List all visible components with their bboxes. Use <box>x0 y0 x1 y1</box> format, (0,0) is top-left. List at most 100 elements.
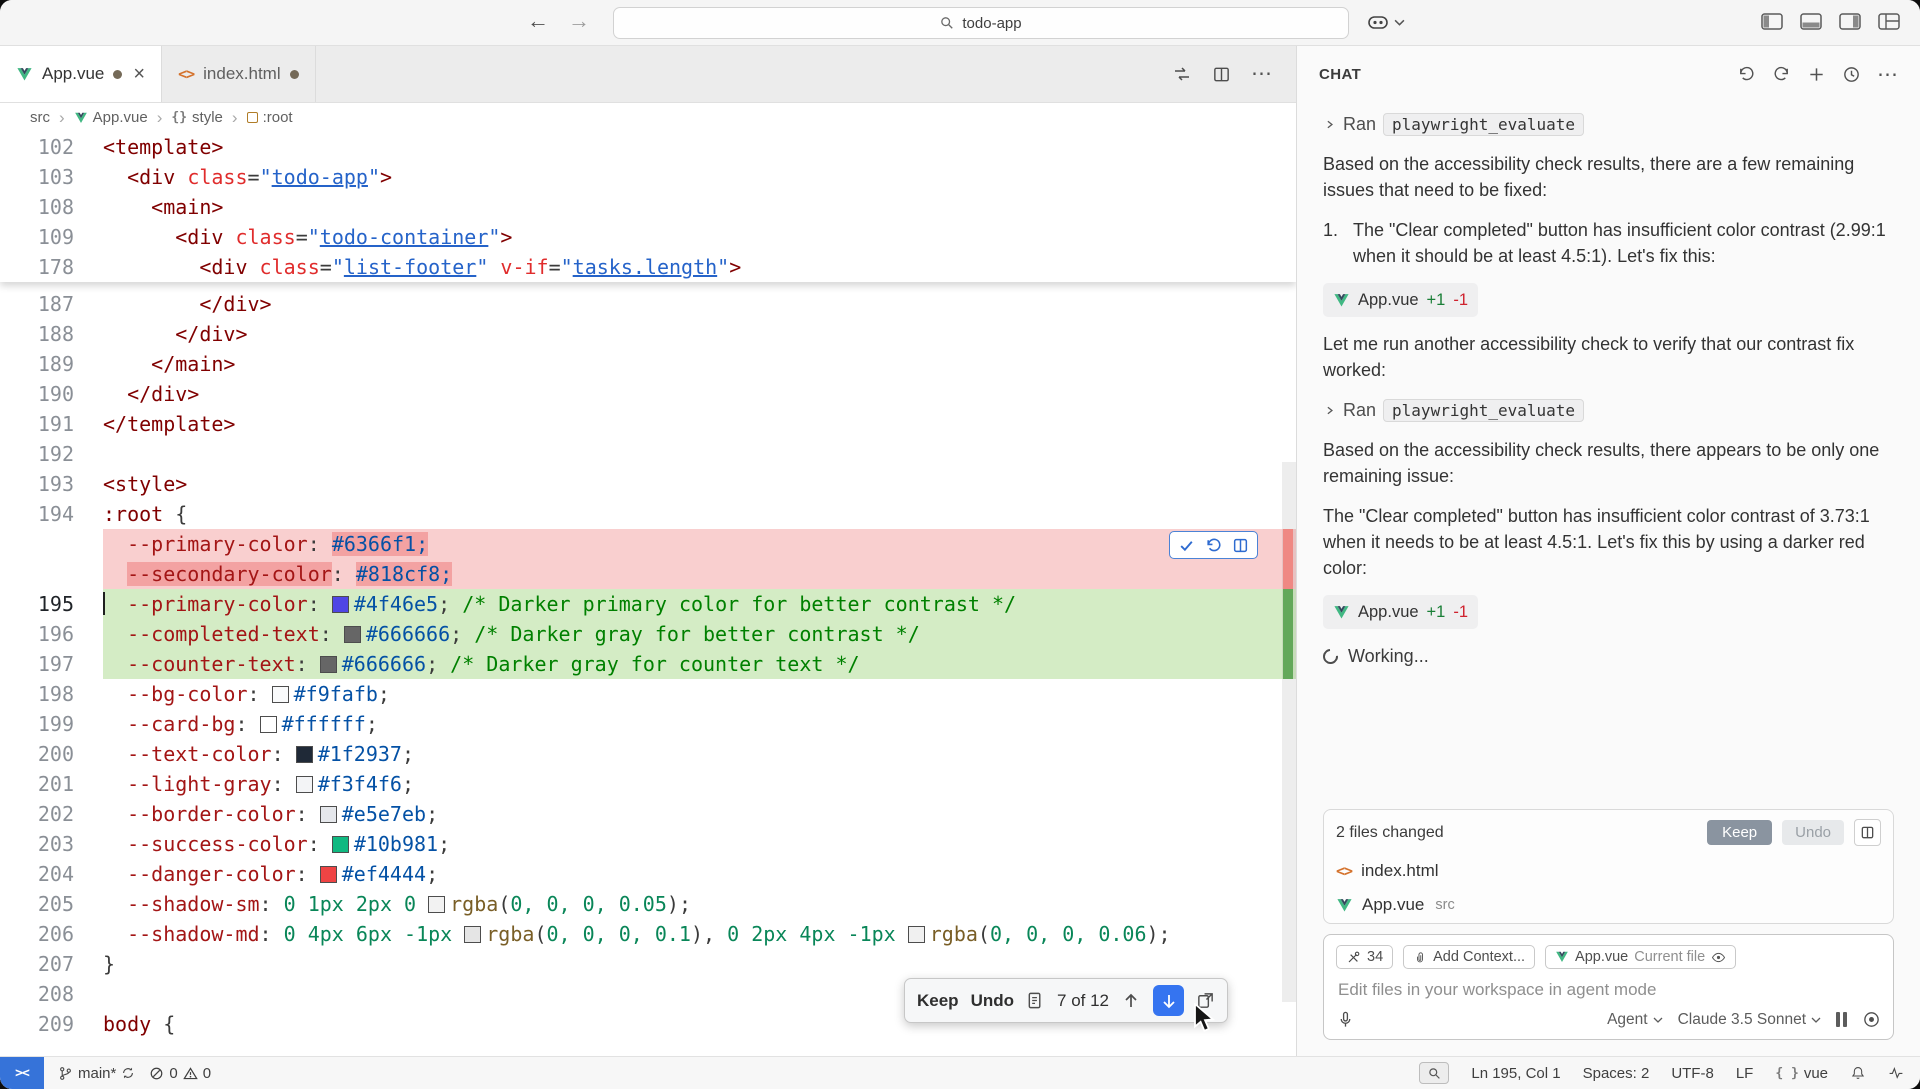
tool-call-row[interactable]: Ranplaywright_evaluate <box>1323 111 1894 137</box>
breadcrumb-item-file[interactable]: App.vue <box>74 109 148 126</box>
line-number[interactable]: 103 <box>0 162 74 192</box>
new-chat-icon[interactable] <box>1807 65 1826 84</box>
color-swatch[interactable] <box>320 866 337 883</box>
command-center-search[interactable]: todo-app <box>613 7 1349 39</box>
code-line[interactable]: 192 <box>0 439 1296 469</box>
breadcrumb-item-root[interactable]: :root <box>247 109 293 126</box>
redo-icon[interactable] <box>1772 65 1791 84</box>
line-number[interactable]: 195 <box>0 589 74 619</box>
microphone-icon[interactable] <box>1336 1010 1355 1029</box>
line-number[interactable]: 204 <box>0 859 74 889</box>
code-line[interactable]: 190 </div> <box>0 379 1296 409</box>
current-file-chip[interactable]: App.vue Current file <box>1545 945 1736 969</box>
line-number[interactable]: 205 <box>0 889 74 919</box>
line-number[interactable]: 102 <box>0 132 74 162</box>
more-actions-icon[interactable]: ⋯ <box>1251 69 1272 79</box>
go-to-file-icon[interactable] <box>1026 991 1045 1010</box>
code-line[interactable]: 197 --counter-text: #666666; /* Darker g… <box>0 649 1296 679</box>
view-changes-button[interactable] <box>1854 819 1881 846</box>
back-arrow-icon[interactable]: ← <box>527 7 549 35</box>
code-editor[interactable]: 102<template>103 <div class="todo-app">1… <box>0 132 1296 1056</box>
code-line[interactable]: 191</template> <box>0 409 1296 439</box>
code-line[interactable]: 109 <div class="todo-container"> <box>0 222 1296 252</box>
code-line[interactable]: 201 --light-gray: #f3f4f6; <box>0 769 1296 799</box>
problems-status[interactable]: 0 0 <box>149 1065 211 1082</box>
activity-icon[interactable] <box>1888 1065 1904 1081</box>
search-status-icon[interactable] <box>1419 1062 1449 1084</box>
code-line[interactable]: 198 --bg-color: #f9fafb; <box>0 679 1296 709</box>
breadcrumb-item-src[interactable]: src <box>30 109 50 126</box>
record-button[interactable] <box>1862 1010 1881 1029</box>
mode-dropdown[interactable]: Agent <box>1607 1011 1663 1029</box>
color-swatch[interactable] <box>296 746 313 763</box>
line-number[interactable]: 196 <box>0 619 74 649</box>
code-line[interactable]: 199 --card-bg: #ffffff; <box>0 709 1296 739</box>
line-number[interactable]: 193 <box>0 469 74 499</box>
line-number[interactable]: 199 <box>0 709 74 739</box>
line-number[interactable] <box>0 529 74 559</box>
undo-all-button[interactable]: Undo <box>1782 820 1844 845</box>
line-number[interactable]: 206 <box>0 919 74 949</box>
color-swatch[interactable] <box>908 926 925 943</box>
code-line[interactable]: 205 --shadow-sm: 0 1px 2px 0 rgba(0, 0, … <box>0 889 1296 919</box>
code-line[interactable]: 206 --shadow-md: 0 4px 6px -1px rgba(0, … <box>0 919 1296 949</box>
changed-file-chip[interactable]: App.vue+1-1 <box>1323 595 1478 629</box>
code-line[interactable]: 200 --text-color: #1f2937; <box>0 739 1296 769</box>
line-number[interactable]: 203 <box>0 829 74 859</box>
keep-all-button[interactable]: Keep <box>1707 820 1772 845</box>
encoding[interactable]: UTF-8 <box>1671 1065 1714 1082</box>
indentation[interactable]: Spaces: 2 <box>1583 1065 1650 1082</box>
tool-call-row[interactable]: Ranplaywright_evaluate <box>1323 397 1894 423</box>
code-line[interactable]: 103 <div class="todo-app"> <box>0 162 1296 192</box>
previous-edit-icon[interactable] <box>1121 991 1141 1011</box>
line-number[interactable]: 108 <box>0 192 74 222</box>
tab-app-vue[interactable]: App.vue × <box>0 46 162 102</box>
keep-button[interactable]: Keep <box>917 991 959 1011</box>
color-swatch[interactable] <box>332 596 349 613</box>
color-swatch[interactable] <box>344 626 361 643</box>
cursor-position[interactable]: Ln 195, Col 1 <box>1471 1065 1560 1082</box>
model-dropdown[interactable]: Claude 3.5 Sonnet <box>1678 1011 1821 1029</box>
line-number[interactable] <box>0 559 74 589</box>
code-line[interactable]: 207} <box>0 949 1296 979</box>
code-line[interactable]: 194:root { <box>0 499 1296 529</box>
line-number[interactable]: 190 <box>0 379 74 409</box>
toggle-sidebar-right-icon[interactable] <box>1839 13 1861 30</box>
close-tab-icon[interactable]: × <box>133 64 145 84</box>
undo-button[interactable]: Undo <box>971 991 1014 1011</box>
undo-checkpoint-icon[interactable] <box>1737 65 1756 84</box>
line-number[interactable]: 191 <box>0 409 74 439</box>
eol-sequence[interactable]: LF <box>1736 1065 1754 1082</box>
copilot-menu[interactable] <box>1366 10 1405 34</box>
line-number[interactable]: 178 <box>0 252 74 282</box>
code-line[interactable]: --primary-color: #6366f1; <box>0 529 1296 559</box>
forward-arrow-icon[interactable]: → <box>568 7 590 35</box>
color-swatch[interactable] <box>296 776 313 793</box>
code-line[interactable]: 188 </div> <box>0 319 1296 349</box>
line-number[interactable]: 200 <box>0 739 74 769</box>
code-line[interactable]: 178 <div class="list-footer" v-if="tasks… <box>0 252 1296 282</box>
line-number[interactable]: 187 <box>0 289 74 319</box>
line-number[interactable]: 207 <box>0 949 74 979</box>
tools-count-chip[interactable]: 34 <box>1336 945 1393 969</box>
color-swatch[interactable] <box>320 806 337 823</box>
code-line[interactable]: 203 --success-color: #10b981; <box>0 829 1296 859</box>
accept-change-icon[interactable] <box>1178 537 1195 554</box>
code-line[interactable]: 196 --completed-text: #666666; /* Darker… <box>0 619 1296 649</box>
color-swatch[interactable] <box>464 926 481 943</box>
open-changes-icon[interactable] <box>1172 64 1192 84</box>
color-swatch[interactable] <box>260 716 277 733</box>
code-line[interactable]: 189 </main> <box>0 349 1296 379</box>
chat-input-placeholder[interactable]: Edit files in your workspace in agent mo… <box>1338 980 1879 1000</box>
chat-input-box[interactable]: 34 Add Context... App.vue Current file E… <box>1323 934 1894 1040</box>
customize-layout-icon[interactable] <box>1878 13 1900 30</box>
remote-indicator[interactable]: >< <box>0 1057 44 1089</box>
line-number[interactable]: 208 <box>0 979 74 1009</box>
line-number[interactable]: 194 <box>0 499 74 529</box>
line-number[interactable]: 198 <box>0 679 74 709</box>
changed-file-chip[interactable]: App.vue+1-1 <box>1323 283 1478 317</box>
split-editor-icon[interactable] <box>1212 65 1231 84</box>
line-number[interactable]: 202 <box>0 799 74 829</box>
line-number[interactable]: 109 <box>0 222 74 252</box>
changed-file-row[interactable]: <> index.html <box>1324 855 1893 889</box>
